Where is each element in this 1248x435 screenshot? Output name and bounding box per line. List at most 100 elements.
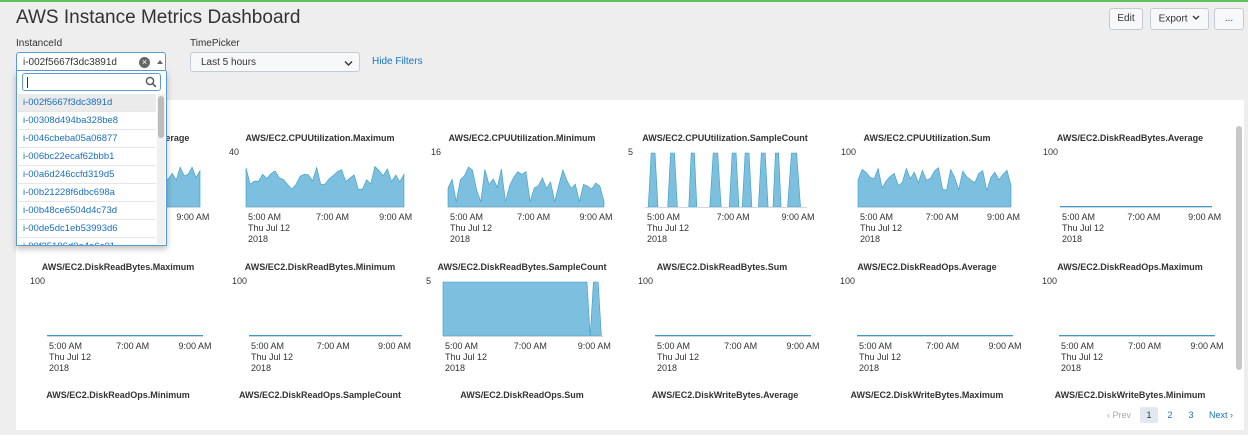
chart-spike — [741, 152, 753, 208]
instance-option[interactable]: i-00a6d246ccfd319d5 — [18, 166, 156, 184]
x-tick-label: 7:00 AM — [716, 212, 750, 222]
chart-spike — [667, 152, 678, 208]
timepicker-select[interactable]: Last 5 hours — [190, 52, 360, 72]
chart-plot — [645, 152, 807, 208]
x-tick-label: 9:00 AM — [579, 212, 613, 222]
clear-icon[interactable]: × — [139, 57, 150, 68]
page-title: AWS Instance Metrics Dashboard — [16, 7, 301, 28]
chart-title: AWS/EC2.DiskReadOps.Average — [857, 262, 997, 272]
x-tick-label: 7:00 AM — [316, 341, 350, 351]
x-year-label: 2018 — [859, 363, 880, 373]
chart-title: AWS/EC2.CPUUtilization.Maximum — [245, 133, 395, 143]
instance-option[interactable]: i-006bc22ecaf62bbb1 — [18, 148, 156, 166]
x-tick-label: 9:00 AM — [577, 341, 611, 351]
x-year-label: 2018 — [657, 363, 678, 373]
instance-dropdown: i-002f5667f3dc3891d i-00308d494ba328be8 i-… — [16, 71, 167, 246]
x-tick-label: 7:00 AM — [1127, 212, 1161, 222]
x-tick-label: 9:00 AM — [988, 341, 1022, 351]
instance-option-list: i-002f5667f3dc3891d i-00308d494ba328be8 i-… — [18, 94, 156, 245]
chart-title: AWS/EC2.CPUUtilization.Sum — [863, 133, 991, 143]
x-year-label: 2018 — [445, 363, 466, 373]
x-tick-label: 9:00 AM — [986, 212, 1021, 222]
y-axis-max-label: 100 — [1042, 276, 1058, 286]
pagination-page[interactable]: 1 — [1140, 407, 1158, 423]
chart-title: AWS/EC2.DiskReadOps.Maximum — [1057, 262, 1203, 272]
x-year-label: 2018 — [860, 234, 881, 244]
more-options-button[interactable]: ... — [1214, 8, 1244, 30]
pagination-prev[interactable]: ‹ Prev — [1102, 407, 1136, 423]
x-tick-label: 7:00 AM — [926, 341, 960, 351]
instance-id-select[interactable]: i-002f5667f3dc3891d × — [16, 52, 166, 71]
instance-option[interactable]: i-00de5dc1eb53993d6 — [18, 220, 156, 238]
x-tick-label: 7:00 AM — [1128, 341, 1162, 351]
chart-title: AWS/EC2.DiskReadBytes.Maximum — [41, 262, 195, 272]
chevron-down-icon — [1192, 9, 1200, 29]
chart-title: AWS/EC2.DiskWriteBytes.Minimum — [1054, 390, 1206, 400]
x-tick-label: 9:00 AM — [1188, 212, 1222, 222]
chart-title: AWS/EC2.CPUUtilization.Minimum — [448, 133, 596, 143]
instance-id-value: i-002f5667f3dc3891d — [23, 57, 117, 68]
x-tick-label: 7:00 AM — [513, 341, 547, 351]
x-year-label: 2018 — [1062, 234, 1083, 244]
edit-button[interactable]: Edit — [1109, 8, 1143, 30]
y-axis-max-label: 100 — [1043, 147, 1059, 157]
instance-option[interactable]: i-00f25196d0a4e6c01 — [18, 238, 156, 245]
chart-plot — [47, 335, 203, 337]
chart-title: AWS/EC2.DiskReadBytes.SampleCount — [437, 262, 607, 272]
y-axis-max-label: 16 — [431, 147, 442, 157]
chart-plot — [655, 335, 811, 337]
y-axis-max-label: 100 — [840, 276, 856, 286]
chart-plot — [442, 281, 603, 337]
x-year-label: 2018 — [49, 363, 70, 373]
x-tick-label: 9:00 AM — [178, 341, 212, 351]
pagination-page[interactable]: 3 — [1182, 407, 1200, 423]
x-tick-label: 7:00 AM — [724, 341, 758, 351]
chart-title: AWS/EC2.CPUUtilization.SampleCount — [642, 133, 808, 143]
chart-spike — [787, 152, 801, 208]
y-axis-max-label: 100 — [232, 276, 248, 286]
x-tick-label: 7:00 AM — [925, 212, 959, 222]
chart-area — [245, 165, 405, 208]
chart-title: AWS/EC2.DiskReadOps.SampleCount — [238, 390, 402, 400]
chart-spike — [728, 152, 740, 208]
x-tick-label: 9:00 AM — [781, 212, 815, 222]
panel-scrollbar[interactable] — [1236, 126, 1242, 370]
chart-plot — [447, 166, 605, 208]
export-label: Export — [1158, 13, 1188, 25]
instance-option[interactable]: i-002f5667f3dc3891d — [18, 94, 156, 112]
chart-area — [442, 281, 602, 337]
x-tick-label: 7:00 AM — [116, 341, 150, 351]
chart-plot — [857, 335, 1013, 337]
y-axis-max-label: 100 — [638, 276, 654, 286]
chart-spike — [758, 152, 769, 208]
chart-plot — [1060, 206, 1212, 208]
instance-option[interactable]: i-00b48ce6504d4c73d — [18, 202, 156, 220]
chart-spike — [688, 152, 698, 208]
x-tick-label: 9:00 AM — [379, 212, 413, 222]
chart-area — [447, 166, 605, 208]
y-axis-max-label: 100 — [30, 276, 46, 286]
x-year-label: 2018 — [1061, 363, 1082, 373]
chart-title: AWS/EC2.DiskReadOps.Sum — [460, 390, 584, 400]
chart-area — [857, 167, 1012, 208]
chart-plot — [857, 167, 1012, 208]
chart-plot — [249, 335, 402, 337]
instance-option[interactable]: i-0046cbeba05a06877 — [18, 130, 156, 148]
pagination-next[interactable]: Next › — [1204, 407, 1238, 423]
dropdown-search-input[interactable] — [22, 73, 161, 91]
chart-title: AWS/EC2.DiskReadBytes.Sum — [656, 262, 788, 272]
x-year-label: 2018 — [450, 234, 471, 244]
hide-filters-link[interactable]: Hide Filters — [372, 56, 423, 67]
chart-title: AWS/EC2.DiskWriteBytes.Maximum — [850, 390, 1004, 400]
pagination-page[interactable]: 2 — [1161, 407, 1179, 423]
export-button[interactable]: Export — [1150, 8, 1209, 30]
instance-option[interactable]: i-00308d494ba328be8 — [18, 112, 156, 130]
timepicker-label: TimePicker — [190, 38, 240, 49]
dropdown-scrollbar[interactable] — [157, 94, 165, 244]
chart-plot — [1059, 335, 1215, 337]
x-tick-label: 7:00 AM — [517, 212, 551, 222]
x-year-label: 2018 — [248, 234, 269, 244]
timepicker-value: Last 5 hours — [201, 57, 257, 68]
instance-option[interactable]: i-00b21228f6dbc698a — [18, 184, 156, 202]
instance-id-label: InstanceId — [16, 38, 63, 49]
